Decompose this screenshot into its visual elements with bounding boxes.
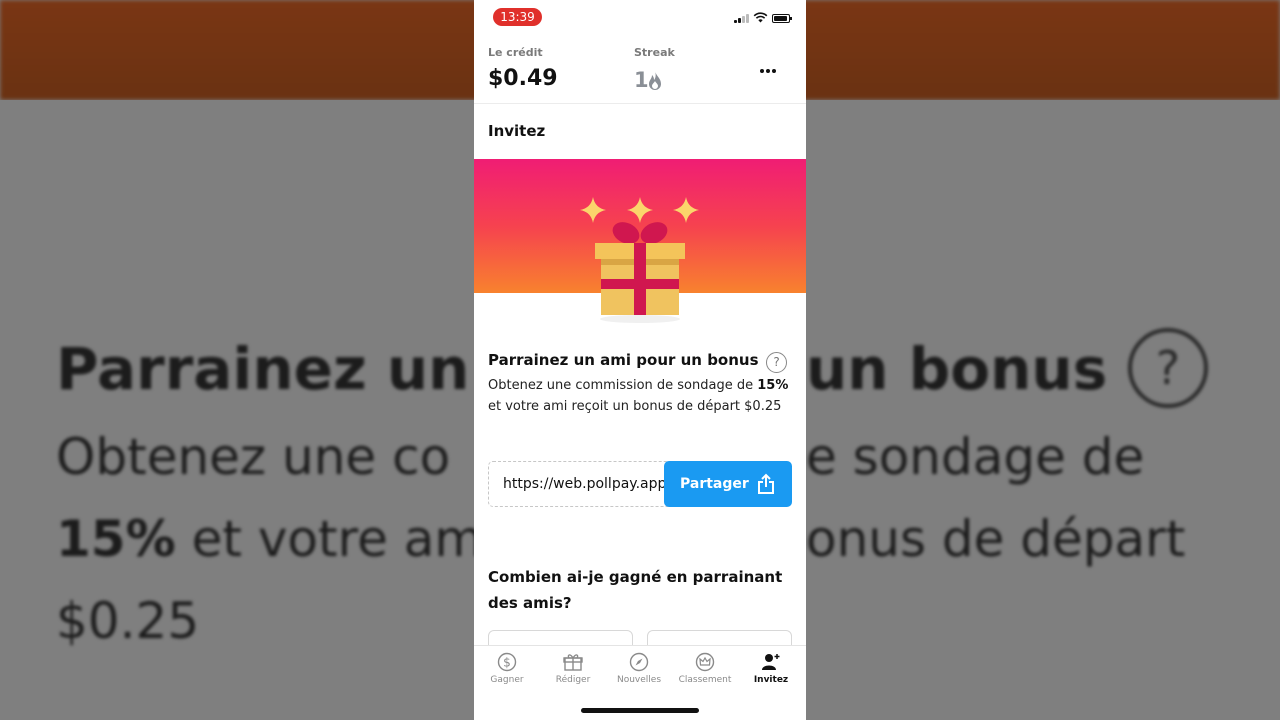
tab-label: Classement — [678, 675, 732, 685]
tab-label: Nouvelles — [616, 675, 662, 685]
header: Le crédit $0.49 Streak 1 — [474, 36, 806, 104]
background-text-right1: un bonus — [806, 335, 1108, 403]
background-text-line3: 15% et votre am — [56, 510, 484, 568]
share-icon — [758, 473, 774, 494]
earnings-title: Combien ai-je gagné en parrainant des am… — [488, 568, 783, 612]
background-text-line2: Obtenez une co — [56, 428, 451, 486]
tab-label: Invitez — [753, 675, 789, 685]
share-button[interactable]: Partager — [664, 461, 792, 507]
credit-value: $0.49 — [488, 66, 558, 91]
battery-icon — [772, 14, 792, 23]
home-indicator — [581, 708, 699, 713]
gift-illustration — [580, 197, 699, 323]
compass-icon — [629, 652, 649, 672]
tab-label: Rédiger — [555, 675, 591, 685]
invite-title: Parrainez un ami pour un bonus — [488, 351, 759, 369]
credit-label: Le crédit — [488, 46, 543, 59]
tab-classement[interactable]: Classement — [672, 646, 738, 690]
tab-rediger[interactable]: Rédiger — [540, 646, 606, 690]
background-text-right2: e sondage de — [806, 428, 1145, 486]
flame-icon — [649, 71, 661, 90]
add-user-icon — [762, 654, 780, 670]
signal-icon — [734, 13, 750, 23]
wifi-icon — [753, 12, 768, 23]
background-text-line1: Parrainez un — [56, 335, 470, 403]
tab-nouvelles[interactable]: Nouvelles — [606, 646, 672, 690]
tab-label: Gagner — [490, 675, 524, 685]
page-title: Invitez — [488, 122, 546, 140]
background-help-icon: ? — [1128, 328, 1208, 408]
tab-invitez[interactable]: Invitez — [738, 646, 804, 690]
crown-icon — [695, 652, 715, 672]
phone-screen: 13:39 Le crédit $0.49 Streak 1 Invitez P… — [474, 0, 806, 720]
commission-percent: 15% — [757, 378, 789, 393]
background-text-right3: onus de départ — [806, 510, 1186, 568]
tab-gagner[interactable]: $ Gagner — [474, 646, 540, 690]
svg-text:$: $ — [503, 656, 511, 670]
help-icon[interactable]: ? — [766, 352, 787, 373]
status-bar: 13:39 — [474, 0, 806, 36]
invite-description: Obtenez une commission de sondage de 15%… — [488, 378, 789, 414]
share-button-label: Partager — [680, 476, 749, 492]
gift-icon — [563, 654, 583, 671]
dollar-icon: $ — [497, 652, 517, 672]
referral-link-field[interactable]: https://web.pollpay.app — [488, 461, 678, 507]
status-time: 13:39 — [493, 8, 542, 26]
streak-label: Streak — [634, 46, 675, 59]
more-options-icon[interactable] — [758, 66, 778, 76]
background-text-line4: $0.25 — [56, 592, 200, 650]
